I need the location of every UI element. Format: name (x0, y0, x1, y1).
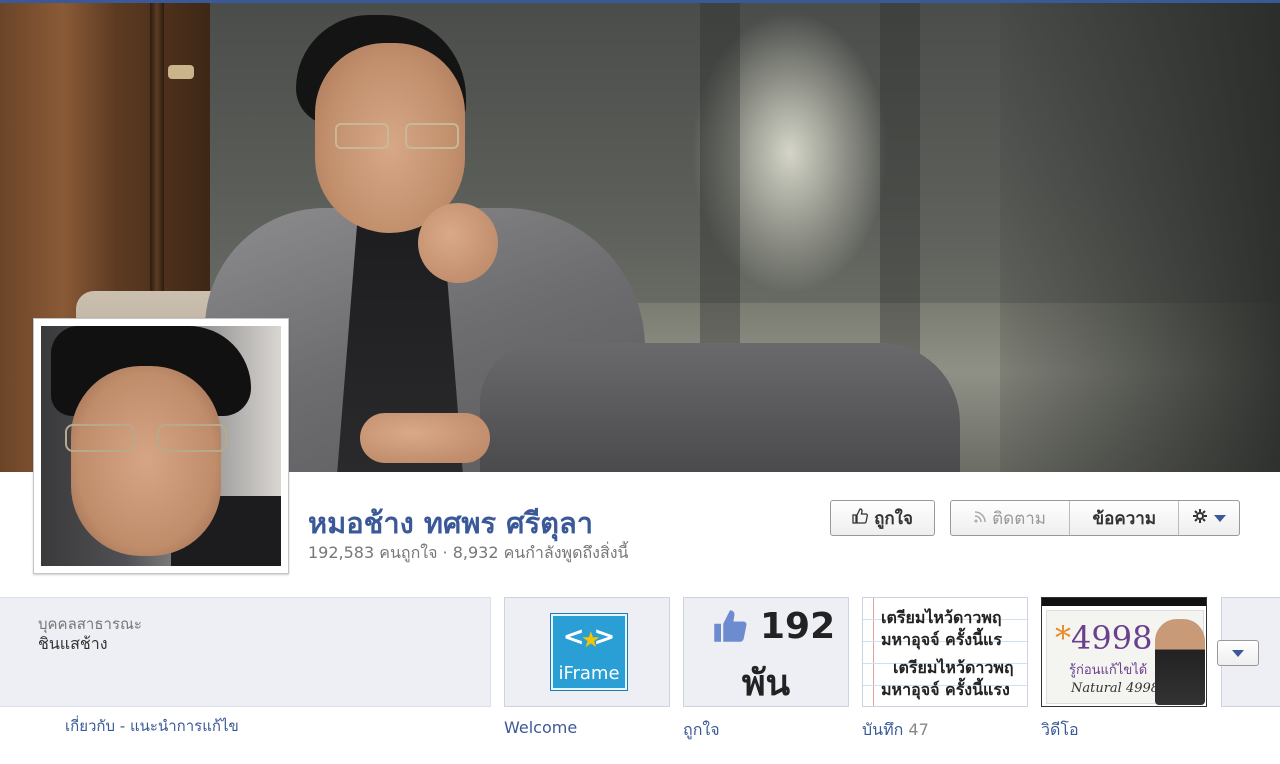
app-tile-welcome[interactable]: < > ★ iFrame (504, 597, 670, 707)
app-tile-notes-label[interactable]: บันทึก 47 (862, 718, 929, 743)
page-stats: 192,583 คนถูกใจ · 8,932 คนกำลังพูดถึงสิ่… (308, 543, 629, 562)
rss-icon (974, 508, 986, 528)
app-tile-video-label[interactable]: วิดีโอ (1041, 718, 1079, 743)
suggest-edits-link[interactable]: แนะนำการแก้ไข (130, 717, 239, 735)
facebook-page: หมอช้าง ทศพร ศรีตุลา 192,583 คนถูกใจ · 8… (0, 0, 1280, 764)
tiles-expand-button[interactable] (1217, 640, 1259, 666)
thumbs-up-icon (852, 507, 869, 529)
message-button[interactable]: ข้อความ (1070, 501, 1180, 535)
likes-unit: พัน (741, 663, 791, 704)
about-links-separator: - (115, 717, 130, 735)
app-tile-likes[interactable]: 192 พัน (683, 597, 849, 707)
note-preview-line: มหาอุจจ์ ครั้งนี้แรง (881, 680, 1010, 699)
page-title: หมอช้าง ทศพร ศรีตุลา (308, 506, 594, 540)
message-button-label: ข้อความ (1092, 508, 1157, 529)
about-link[interactable]: เกี่ยวกับ (65, 717, 115, 735)
video-thumbnail: *4998 รู้ก่อนแก้ไขได้ Natural 4998 (1046, 610, 1205, 705)
notes-count: 47 (908, 720, 929, 739)
note-preview-line: มหาอุจจ์ ครั้งนี้แร (881, 630, 1002, 649)
app-tile-video[interactable]: *4998 รู้ก่อนแก้ไขได้ Natural 4998 (1041, 597, 1207, 707)
about-links: เกี่ยวกับ - แนะนำการแก้ไข (65, 714, 239, 738)
gear-icon (1192, 508, 1208, 529)
thumbs-up-icon (710, 608, 750, 653)
iframe-app-icon: < > ★ iFrame (551, 614, 627, 690)
profile-picture[interactable] (33, 318, 289, 574)
chevron-down-icon (1232, 649, 1244, 657)
follow-button-label: ติดตาม (992, 508, 1047, 529)
app-tile-welcome-label[interactable]: Welcome (504, 718, 577, 737)
follow-button[interactable]: ติดตาม (951, 501, 1071, 535)
app-tile-likes-label[interactable]: ถูกใจ (683, 718, 720, 743)
like-button[interactable]: ถูกใจ (830, 500, 935, 536)
page-description: ชินแสช้าง (38, 634, 108, 653)
likes-count: 192 (760, 606, 836, 647)
about-box[interactable]: บุคคลสาธารณะ ชินแสช้าง (0, 597, 491, 707)
settings-menu-button[interactable] (1179, 501, 1239, 535)
chevron-down-icon (1214, 514, 1227, 522)
like-button-label: ถูกใจ (874, 508, 913, 529)
page-actions-group: ติดตาม ข้อความ (950, 500, 1240, 536)
app-tile-notes[interactable]: เตรียมไหว้ดาวพฤ มหาอุจจ์ ครั้งนี้แร เตรี… (862, 597, 1028, 707)
